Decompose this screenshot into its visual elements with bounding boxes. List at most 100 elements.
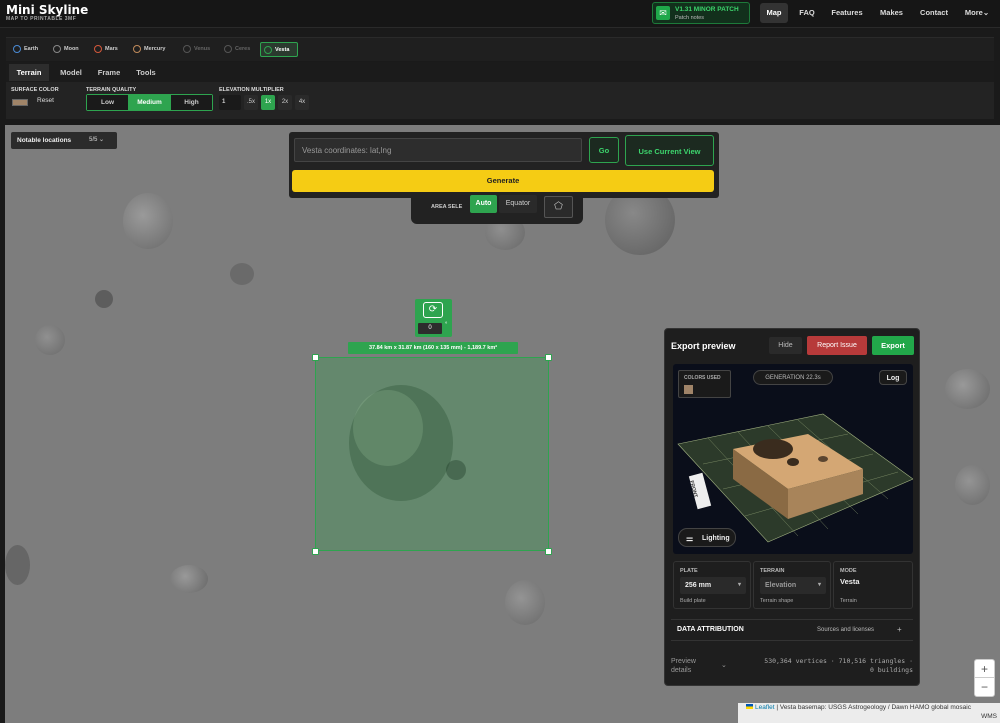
globe-icon bbox=[13, 45, 21, 53]
tab-tools[interactable]: Tools bbox=[129, 64, 163, 81]
terrain-select[interactable]: Elevation ▾ bbox=[760, 577, 826, 594]
zoom-out-button[interactable]: − bbox=[975, 678, 994, 696]
area-auto-button[interactable]: Auto bbox=[470, 195, 497, 213]
log-button[interactable]: Log bbox=[879, 370, 907, 385]
report-issue-button[interactable]: Report Issue bbox=[807, 336, 867, 355]
resize-handle-tl[interactable] bbox=[312, 354, 319, 361]
nav-more[interactable]: More⌄ bbox=[960, 3, 994, 23]
logo-title[interactable]: Mini Skyline bbox=[6, 3, 88, 17]
planet-ceres-label: Ceres bbox=[235, 46, 251, 52]
tab-frame[interactable]: Frame bbox=[92, 64, 126, 81]
reset-button[interactable]: Reset bbox=[37, 97, 54, 104]
quality-low[interactable]: Low bbox=[87, 95, 128, 110]
mode-value: Vesta bbox=[840, 577, 860, 586]
notable-locations-dropdown[interactable]: Notable locations 5/5 ⌄ bbox=[11, 132, 117, 149]
rotation-input[interactable]: 0 bbox=[418, 323, 442, 334]
generate-button[interactable]: Generate bbox=[292, 170, 714, 192]
nav-contact[interactable]: Contact bbox=[915, 3, 953, 23]
data-attribution-row[interactable]: DATA ATTRIBUTION Sources and licenses + bbox=[671, 619, 913, 641]
nav-features[interactable]: Features bbox=[828, 3, 866, 23]
elevation-input[interactable]: 1 bbox=[219, 95, 241, 110]
megaphone-icon: ✉ bbox=[656, 6, 670, 20]
sliders-icon: ⚌ bbox=[686, 534, 694, 543]
ceres-icon bbox=[224, 45, 232, 53]
mesh-stats: 530,364 vertices · 710,516 triangles · 0… bbox=[741, 657, 913, 675]
crater bbox=[945, 369, 990, 409]
colors-used: COLORS USED bbox=[678, 370, 731, 398]
resize-handle-br[interactable] bbox=[545, 548, 552, 555]
plate-foot: Build plate bbox=[680, 598, 706, 604]
colors-used-label: COLORS USED bbox=[684, 375, 721, 381]
plate-select[interactable]: 256 mm ▾ bbox=[680, 577, 746, 594]
go-button[interactable]: Go bbox=[589, 137, 619, 163]
mesh-stats-line2: 0 buildings bbox=[869, 666, 913, 674]
map-attribution: Leaflet | Vesta basemap: USGS Astrogeolo… bbox=[738, 703, 1000, 723]
planet-moon-label: Moon bbox=[64, 46, 79, 52]
area-equator-button[interactable]: Equator bbox=[499, 195, 537, 213]
area-select-bar: AREA SELE Auto Equator ⬠ bbox=[411, 192, 583, 224]
crater bbox=[955, 465, 990, 505]
tab-model[interactable]: Model bbox=[53, 64, 89, 81]
coordinates-input[interactable]: Vesta coordinates: lat,lng bbox=[294, 138, 582, 162]
preview-details-toggle[interactable]: Preview details bbox=[671, 657, 711, 675]
planet-earth[interactable]: Earth bbox=[10, 42, 48, 57]
mesh-stats-line1: 530,364 vertices · 710,516 triangles · bbox=[764, 657, 913, 665]
notable-locations-label: Notable locations bbox=[17, 137, 72, 144]
moon-icon bbox=[53, 45, 61, 53]
surface-color-swatch[interactable] bbox=[12, 99, 28, 106]
planet-venus[interactable]: Venus bbox=[180, 42, 218, 57]
mercury-icon bbox=[133, 45, 141, 53]
rotate-icon[interactable]: ⟳ bbox=[423, 302, 443, 318]
planet-selector: Earth Moon Mars Mercury Venus Ceres Vest… bbox=[6, 37, 994, 61]
polygon-select-icon[interactable]: ⬠ bbox=[544, 196, 573, 218]
planet-mercury-label: Mercury bbox=[144, 46, 166, 52]
leaflet-link[interactable]: Leaflet bbox=[755, 704, 775, 711]
chevron-down-icon: ▾ bbox=[817, 582, 821, 588]
tab-terrain[interactable]: Terrain bbox=[9, 64, 49, 81]
planet-moon[interactable]: Moon bbox=[50, 42, 88, 57]
mars-icon bbox=[94, 45, 102, 53]
resize-handle-tr[interactable] bbox=[545, 354, 552, 361]
export-preview-panel: Export preview Hide Report Issue Export … bbox=[664, 328, 920, 686]
planet-mercury[interactable]: Mercury bbox=[130, 42, 177, 57]
selection-rectangle[interactable] bbox=[315, 357, 549, 551]
wms-label: WMS bbox=[981, 713, 997, 720]
hide-button[interactable]: Hide bbox=[769, 337, 802, 354]
elevation-half[interactable]: .5x bbox=[244, 95, 258, 110]
elevation-multiplier-label: ELEVATION MULTIPLIER bbox=[219, 87, 284, 93]
lighting-button[interactable]: ⚌ Lighting bbox=[678, 528, 736, 547]
zoom-in-button[interactable]: + bbox=[975, 660, 994, 678]
tab-bar: Terrain Model Frame Tools bbox=[6, 62, 994, 82]
elevation-4x[interactable]: 4x bbox=[295, 95, 309, 110]
crater bbox=[5, 545, 30, 585]
model-preview-3d[interactable]: FRONT COLORS USED GENERATION 22.3s Log ⚌… bbox=[673, 364, 913, 554]
planet-ceres[interactable]: Ceres bbox=[221, 42, 259, 57]
planet-vesta[interactable]: Vesta bbox=[260, 42, 298, 57]
chevron-down-icon: ⌄ bbox=[982, 8, 990, 17]
planet-mars[interactable]: Mars bbox=[91, 42, 127, 57]
export-button[interactable]: Export bbox=[872, 336, 914, 355]
terrain-value: Elevation bbox=[765, 582, 797, 589]
resize-handle-bl[interactable] bbox=[312, 548, 319, 555]
planet-venus-label: Venus bbox=[194, 46, 211, 52]
quality-medium[interactable]: Medium bbox=[128, 95, 171, 110]
area-select-label: AREA SELE bbox=[431, 204, 463, 210]
generation-time: GENERATION 22.3s bbox=[753, 370, 833, 385]
nav-makes[interactable]: Makes bbox=[875, 3, 908, 23]
notable-count-value: 5/5 bbox=[89, 137, 98, 143]
lighting-label: Lighting bbox=[702, 535, 730, 542]
terrain-label: TERRAIN bbox=[760, 568, 785, 574]
elevation-2x[interactable]: 2x bbox=[278, 95, 292, 110]
basemap-attribution: | Vesta basemap: USGS Astrogeology / Daw… bbox=[776, 704, 971, 711]
elevation-1x[interactable]: 1x bbox=[261, 95, 275, 110]
nav-map[interactable]: Map bbox=[760, 3, 788, 23]
chevron-down-icon[interactable]: ⌄ bbox=[721, 661, 727, 669]
plate-card: PLATE 256 mm ▾ Build plate bbox=[673, 561, 751, 609]
use-current-view-button[interactable]: Use Current View bbox=[625, 135, 714, 166]
quality-high[interactable]: High bbox=[171, 95, 212, 110]
nav-more-label: More bbox=[964, 8, 983, 17]
patch-notes-button[interactable]: ✉ V1.31 MINOR PATCH Patch notes bbox=[652, 2, 750, 24]
nav-faq[interactable]: FAQ bbox=[795, 3, 819, 23]
top-bar: Mini Skyline MAP TO PRINTABLE 3MF ✉ V1.3… bbox=[0, 0, 1000, 28]
terrain-settings: SURFACE COLOR Reset TERRAIN QUALITY Low … bbox=[6, 82, 994, 119]
